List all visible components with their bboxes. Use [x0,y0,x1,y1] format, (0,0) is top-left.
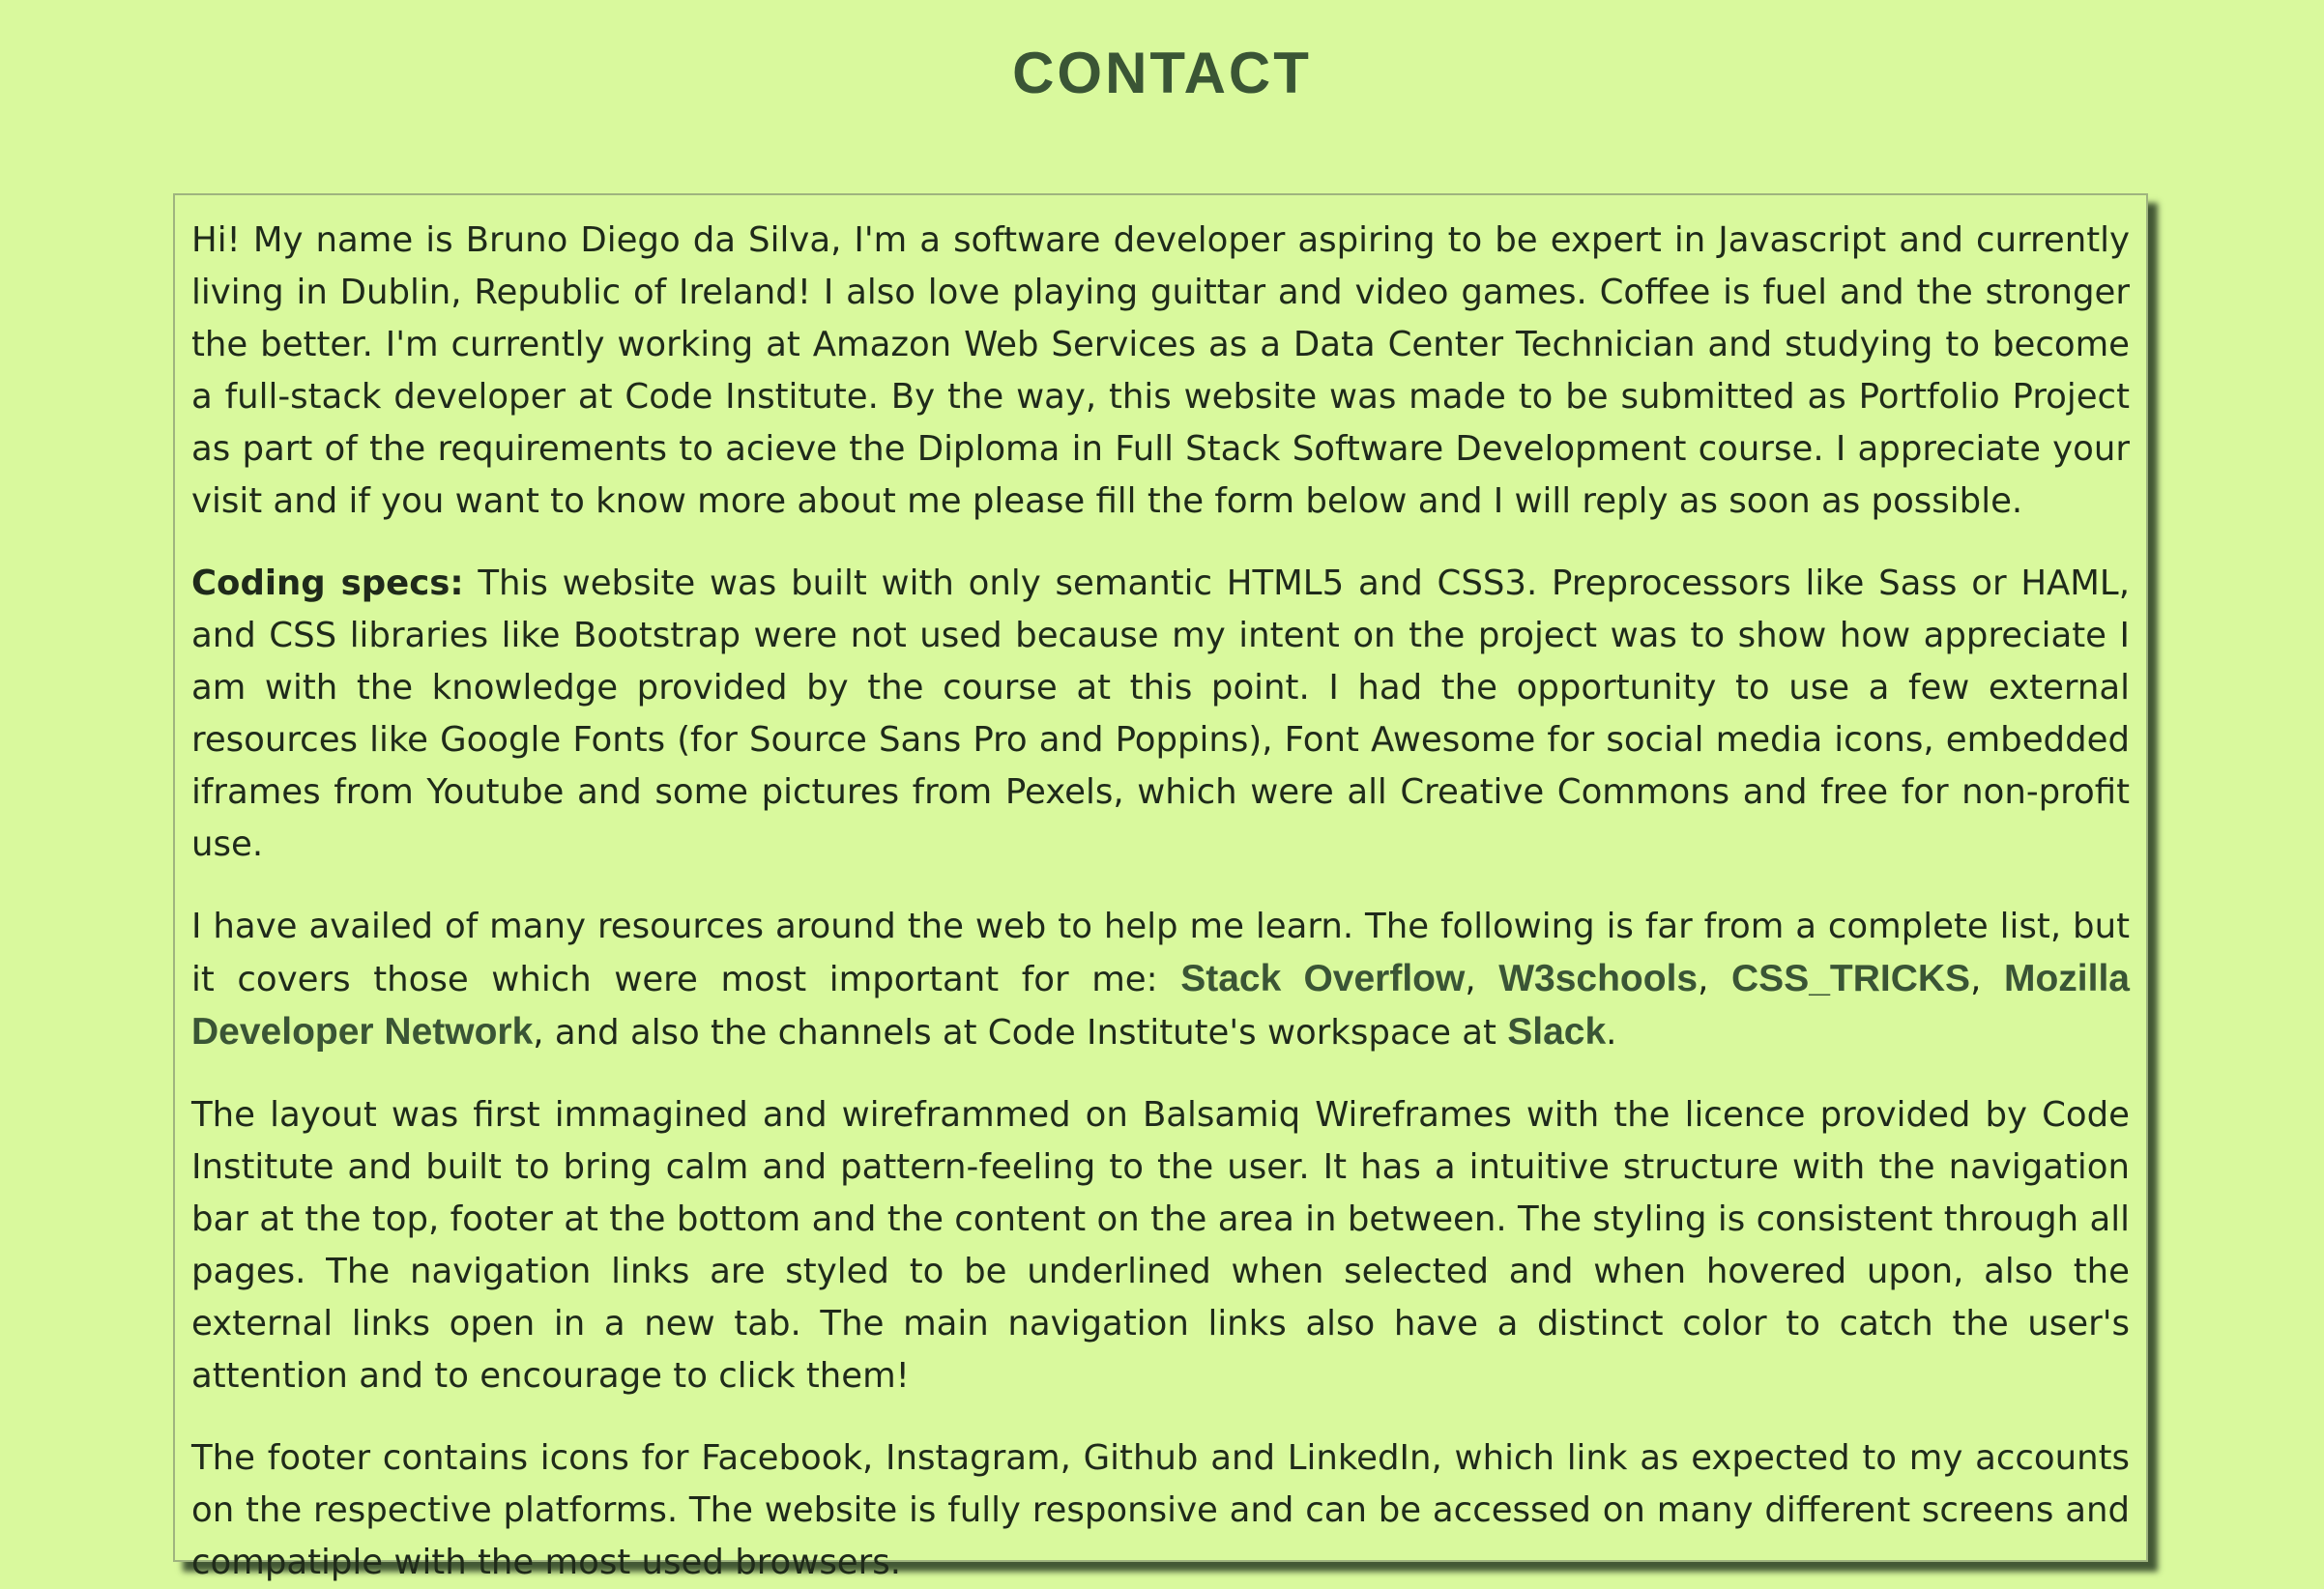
separator: , [1465,960,1499,999]
slack-link[interactable]: Slack [1507,1011,1606,1053]
stack-overflow-link[interactable]: Stack Overflow [1180,958,1465,999]
w3schools-link[interactable]: W3schools [1498,958,1698,999]
resources-text: , and also the channels at Code Institut… [533,1013,1508,1053]
coding-specs-text: This website was built with only semanti… [191,563,2130,864]
resources-paragraph: I have availed of many resources around … [191,901,2130,1059]
css-tricks-link[interactable]: CSS_TRICKS [1731,958,1970,999]
footer-info-paragraph: The footer contains icons for Facebook, … [191,1438,2130,1582]
coding-specs-paragraph: Coding specs: This website was built wit… [191,558,2130,871]
about-section: Hi! My name is Bruno Diego da Silva, I'm… [173,193,2148,1582]
separator: , [1698,960,1732,999]
layout-paragraph: The layout was first immagined and wiref… [191,1095,2130,1396]
intro-paragraph: Hi! My name is Bruno Diego da Silva, I'm… [191,220,2130,521]
coding-specs-label: Coding specs: [191,563,464,603]
resources-end: . [1606,1013,1617,1053]
page-title: CONTACT [1012,41,1312,105]
separator: , [1970,960,2004,999]
